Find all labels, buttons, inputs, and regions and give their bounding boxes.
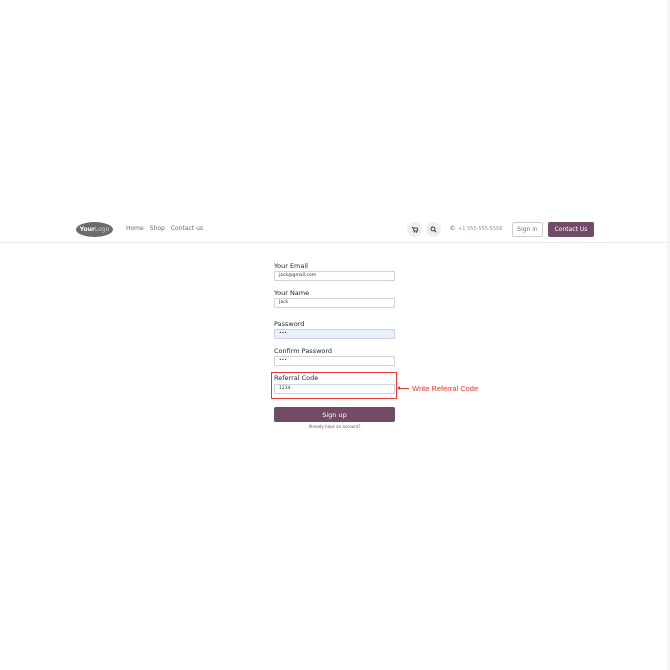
sign-up-button[interactable]: Sign up xyxy=(274,407,395,422)
logo[interactable]: Your Logo xyxy=(76,222,113,237)
logo-strong-text: Your xyxy=(79,226,95,233)
password-field[interactable]: ••• xyxy=(274,329,395,339)
logo-light-text: Logo xyxy=(94,226,110,233)
annotation-text: Write Referral Code xyxy=(412,384,479,393)
name-label: Your Name xyxy=(274,289,310,297)
search-icon[interactable] xyxy=(426,222,441,237)
email-label: Your Email xyxy=(274,262,308,270)
phone-contact[interactable]: ✆ +1 555-555-5556 xyxy=(450,225,502,232)
password-label: Password xyxy=(274,320,305,328)
phone-icon: ✆ xyxy=(450,225,456,232)
nav-links: Home Shop Contact us xyxy=(126,225,203,232)
confirm-password-label: Confirm Password xyxy=(274,347,333,355)
phone-number: +1 555-555-5556 xyxy=(458,225,503,232)
nav-link-shop[interactable]: Shop xyxy=(150,225,165,232)
nav-link-home[interactable]: Home xyxy=(126,225,144,232)
arrow-left-icon xyxy=(397,386,409,390)
email-field[interactable]: jack@gmail.com xyxy=(274,271,395,281)
confirm-password-field[interactable]: ••• xyxy=(274,356,395,366)
cart-icon[interactable] xyxy=(407,222,422,237)
name-field[interactable]: Jack xyxy=(274,298,395,308)
nav-link-contact[interactable]: Contact us xyxy=(171,225,203,232)
referral-annotation: Write Referral Code xyxy=(397,384,479,393)
top-navbar: Your Logo Home Shop Contact us ✆ +1 555-5… xyxy=(0,218,670,243)
referral-highlight-box xyxy=(271,372,397,399)
contact-us-button[interactable]: Contact Us xyxy=(548,222,594,237)
sign-in-button[interactable]: Sign in xyxy=(512,222,543,237)
already-have-account-link[interactable]: Already have an account? xyxy=(274,424,395,429)
